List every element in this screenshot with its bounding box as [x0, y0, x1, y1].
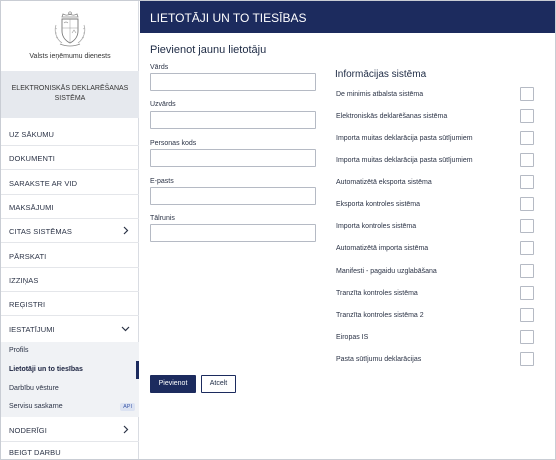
sidebar-item-logout[interactable]: BEIGT DARBU — [1, 442, 139, 459]
system-name: ELEKTRONISKĀS DEKLARĒŠANAS SISTĒMA — [11, 85, 129, 102]
sidebar-item-label: NODERĪGI — [9, 426, 47, 435]
info-system-checkbox[interactable] — [520, 219, 534, 233]
sidebar-item-other-systems[interactable]: CITAS SISTĒMAS — [1, 219, 139, 243]
system-banner: ELEKTRONISKĀS DEKLARĒŠANAS SISTĒMA — [1, 71, 139, 118]
sidebar-item-label: CITAS SISTĒMAS — [9, 227, 72, 236]
info-system-row: Automatizētā importa sistēma — [335, 241, 535, 259]
email-field[interactable] — [150, 187, 316, 205]
submenu-item-label: Darbību vēsture — [9, 385, 59, 392]
info-system-label: De minimis atbalsta sistēma — [336, 91, 424, 98]
sidebar-item-reports[interactable]: PĀRSKATI — [1, 244, 139, 268]
sidebar-item-registers[interactable]: REĢISTRI — [1, 292, 139, 316]
sidebar-item-certificates[interactable]: IZZIŅAS — [1, 268, 139, 292]
info-system-checkbox[interactable] — [520, 131, 534, 145]
logo-area[interactable]: Valsts ieņēmumu dienests — [1, 1, 139, 71]
info-system-row: Manifesti - pagaidu uzglabāšana — [335, 264, 535, 282]
page-header: LIETOTĀJI UN TO TIESĪBAS — [140, 1, 555, 33]
sidebar-item-label: MAKSĀJUMI — [9, 203, 54, 212]
info-system-checkbox[interactable] — [520, 109, 534, 123]
info-system-row: Importa muitas deklarācija pasta sūtījum… — [335, 153, 535, 171]
info-system-row: Tranzīta kontroles sistēma 2 — [335, 308, 535, 326]
last-name-field[interactable] — [150, 111, 316, 129]
active-indicator — [136, 361, 139, 379]
info-system-checkbox[interactable] — [520, 87, 534, 101]
sidebar-item-correspondence[interactable]: SARAKSTE AR VID — [1, 171, 139, 195]
info-system-row: De minimis atbalsta sistēma — [335, 87, 535, 105]
submenu-item-activity-history[interactable]: Darbību vēsture — [1, 380, 139, 398]
settings-submenu: Profils Lietotāji un to tiesības Darbību… — [1, 342, 139, 417]
info-system-label: Elektroniskās deklarēšanas sistēma — [336, 113, 448, 120]
info-system-label: Eiropas IS — [336, 334, 369, 341]
info-system-checkbox[interactable] — [520, 264, 534, 278]
sidebar-item-label: BEIGT DARBU — [9, 448, 61, 457]
sidebar-item-useful[interactable]: NODERĪGI — [1, 418, 139, 442]
coat-of-arms-icon — [54, 11, 86, 47]
submenu-item-service-interface[interactable]: Servisu saskarne API — [1, 398, 139, 416]
add-user-button[interactable]: Pievienot — [150, 375, 196, 393]
info-system-label: Pasta sūtījumu deklarācijas — [336, 356, 422, 363]
info-systems-title: Informācijas sistēma — [335, 69, 427, 80]
info-system-row: Tranzīta kontroles sistēma — [335, 286, 535, 304]
first-name-field[interactable] — [150, 73, 316, 91]
info-system-label: Manifesti - pagaidu uzglabāšana — [336, 268, 437, 275]
form-title: Pievienot jaunu lietotāju — [150, 44, 267, 56]
api-badge: API — [120, 403, 135, 411]
info-system-row: Importa kontroles sistēma — [335, 219, 535, 237]
sidebar-item-payments[interactable]: MAKSĀJUMI — [1, 195, 139, 219]
sidebar-item-home[interactable]: UZ SĀKUMU — [1, 122, 139, 146]
info-system-checkbox[interactable] — [520, 352, 534, 366]
personal-code-label: Personas kods — [150, 140, 197, 147]
chevron-right-icon — [123, 226, 129, 235]
email-label: E-pasts — [150, 178, 174, 185]
submenu-item-users-rights[interactable]: Lietotāji un to tiesības — [1, 361, 139, 379]
sidebar-item-settings[interactable]: IESTATĪJUMI — [1, 317, 139, 341]
sidebar-item-label: IZZIŅAS — [9, 276, 39, 285]
info-system-row: Eksporta kontroles sistēma — [335, 197, 535, 215]
info-system-checkbox[interactable] — [520, 175, 534, 189]
info-system-label: Tranzīta kontroles sistēma 2 — [336, 312, 424, 319]
phone-field[interactable] — [150, 224, 316, 242]
submenu-item-label: Lietotāji un to tiesības — [9, 366, 83, 373]
sidebar-item-label: SARAKSTE AR VID — [9, 179, 78, 188]
info-system-row: Pasta sūtījumu deklarācijas — [335, 352, 535, 370]
sidebar-item-label: IESTATĪJUMI — [9, 325, 55, 334]
org-name: Valsts ieņēmumu dienests — [29, 53, 111, 60]
info-system-label: Automatizētā importa sistēma — [336, 245, 429, 252]
info-system-label: Tranzīta kontroles sistēma — [336, 290, 418, 297]
sidebar: Valsts ieņēmumu dienests ELEKTRONISKĀS D… — [1, 1, 139, 459]
submenu-item-label: Profils — [9, 347, 29, 354]
sidebar-item-documents[interactable]: DOKUMENTI — [1, 146, 139, 170]
info-system-row: Eiropas IS — [335, 330, 535, 348]
cancel-button[interactable]: Atcelt — [201, 375, 236, 393]
sidebar-item-label: DOKUMENTI — [9, 154, 55, 163]
info-system-checkbox[interactable] — [520, 330, 534, 344]
info-system-label: Importa kontroles sistēma — [336, 223, 417, 230]
info-system-label: Eksporta kontroles sistēma — [336, 201, 421, 208]
info-system-checkbox[interactable] — [520, 308, 534, 322]
info-system-checkbox[interactable] — [520, 241, 534, 255]
last-name-label: Uzvārds — [150, 101, 176, 108]
info-system-row: Elektroniskās deklarēšanas sistēma — [335, 109, 535, 127]
info-system-row: Automatizētā eksporta sistēma — [335, 175, 535, 193]
info-system-checkbox[interactable] — [520, 286, 534, 300]
sidebar-item-label: UZ SĀKUMU — [9, 130, 55, 139]
submenu-item-label: Servisu saskarne — [9, 403, 63, 410]
info-system-label: Automatizētā eksporta sistēma — [336, 179, 432, 186]
info-system-label: Importa muitas deklarācija pasta sūtījum… — [336, 135, 473, 142]
info-system-checkbox[interactable] — [520, 153, 534, 167]
info-system-row: Importa muitas deklarācija pasta sūtījum… — [335, 131, 535, 149]
page-title: LIETOTĀJI UN TO TIESĪBAS — [150, 11, 307, 25]
personal-code-field[interactable] — [150, 149, 316, 167]
sidebar-item-label: REĢISTRI — [9, 300, 46, 309]
sidebar-item-label: PĀRSKATI — [9, 252, 47, 261]
phone-label: Tālrunis — [150, 215, 175, 222]
chevron-right-icon — [123, 425, 129, 434]
info-system-checkbox[interactable] — [520, 197, 534, 211]
first-name-label: Vārds — [150, 64, 169, 71]
chevron-down-icon — [121, 326, 130, 332]
submenu-item-profile[interactable]: Profils — [1, 342, 139, 360]
info-system-label: Importa muitas deklarācija pasta sūtījum… — [336, 157, 473, 164]
